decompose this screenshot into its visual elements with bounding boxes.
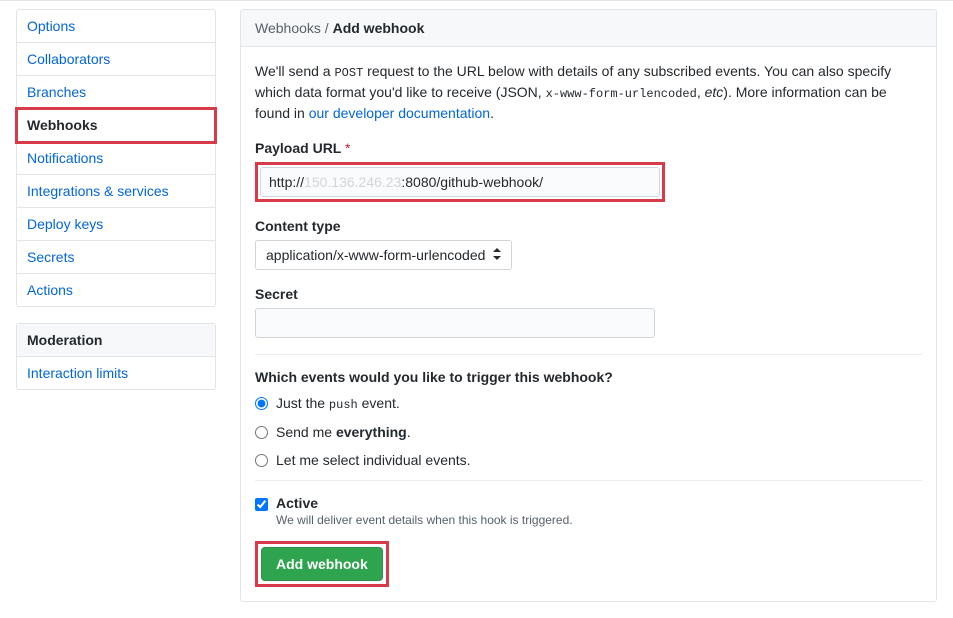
active-label: Active bbox=[276, 495, 573, 511]
active-note: We will deliver event details when this … bbox=[276, 513, 573, 527]
sidebar-item-branches[interactable]: Branches bbox=[17, 76, 215, 109]
payload-url-label: Payload URL * bbox=[255, 140, 922, 156]
sidebar-menu-moderation: Moderation Interaction limits bbox=[16, 323, 216, 390]
payload-url-highlight: http://150.136.246.23:8080/github-webhoo… bbox=[255, 162, 665, 202]
sidebar-item-collaborators[interactable]: Collaborators bbox=[17, 43, 215, 76]
encoding-code: x-www-form-urlencoded bbox=[546, 87, 697, 101]
radio-everything-input[interactable] bbox=[255, 426, 268, 439]
secret-label: Secret bbox=[255, 286, 922, 302]
intro-text: We'll send a POST request to the URL bel… bbox=[255, 61, 922, 124]
secret-input[interactable] bbox=[255, 308, 655, 338]
breadcrumb-current: Add webhook bbox=[333, 20, 425, 36]
select-caret-icon bbox=[493, 248, 501, 263]
events-question: Which events would you like to trigger t… bbox=[255, 369, 922, 385]
breadcrumb: Webhooks / Add webhook bbox=[241, 10, 936, 47]
radio-just-push-label: Just the push event. bbox=[276, 395, 400, 412]
radio-individual-label: Let me select individual events. bbox=[276, 452, 471, 468]
sidebar-menu-main: Options Collaborators Branches Webhooks … bbox=[16, 9, 216, 307]
content-type-label: Content type bbox=[255, 218, 922, 234]
sidebar-item-deploy-keys[interactable]: Deploy keys bbox=[17, 208, 215, 241]
divider bbox=[255, 354, 922, 355]
radio-individual[interactable]: Let me select individual events. bbox=[255, 452, 922, 468]
divider-2 bbox=[255, 480, 922, 481]
sidebar-item-webhooks[interactable]: Webhooks bbox=[17, 109, 215, 142]
main-panel: Webhooks / Add webhook We'll send a POST… bbox=[240, 9, 937, 602]
radio-just-push[interactable]: Just the push event. bbox=[255, 395, 922, 412]
developer-docs-link[interactable]: our developer documentation bbox=[309, 105, 490, 121]
radio-everything-label: Send me everything. bbox=[276, 424, 411, 440]
payload-url-input[interactable]: http://150.136.246.23:8080/github-webhoo… bbox=[260, 167, 660, 197]
settings-sidebar: Options Collaborators Branches Webhooks … bbox=[16, 9, 216, 602]
submit-highlight: Add webhook bbox=[255, 541, 389, 587]
breadcrumb-sep: / bbox=[321, 20, 333, 36]
active-checkbox[interactable] bbox=[255, 498, 268, 511]
breadcrumb-parent[interactable]: Webhooks bbox=[255, 20, 321, 36]
active-checkbox-row: Active We will deliver event details whe… bbox=[255, 495, 922, 527]
content-type-value: application/x-www-form-urlencoded bbox=[266, 247, 485, 263]
sidebar-item-options[interactable]: Options bbox=[17, 10, 215, 43]
radio-just-push-input[interactable] bbox=[255, 397, 268, 410]
sidebar-item-secrets[interactable]: Secrets bbox=[17, 241, 215, 274]
sidebar-item-notifications[interactable]: Notifications bbox=[17, 142, 215, 175]
required-asterisk: * bbox=[345, 140, 350, 156]
sidebar-heading-moderation: Moderation bbox=[17, 324, 215, 357]
post-code: POST bbox=[334, 66, 363, 80]
sidebar-item-actions[interactable]: Actions bbox=[17, 274, 215, 306]
sidebar-item-integrations[interactable]: Integrations & services bbox=[17, 175, 215, 208]
sidebar-item-interaction-limits[interactable]: Interaction limits bbox=[17, 357, 215, 389]
radio-individual-input[interactable] bbox=[255, 454, 268, 467]
radio-everything[interactable]: Send me everything. bbox=[255, 424, 922, 440]
content-type-select[interactable]: application/x-www-form-urlencoded bbox=[255, 240, 512, 270]
add-webhook-button[interactable]: Add webhook bbox=[261, 547, 383, 581]
